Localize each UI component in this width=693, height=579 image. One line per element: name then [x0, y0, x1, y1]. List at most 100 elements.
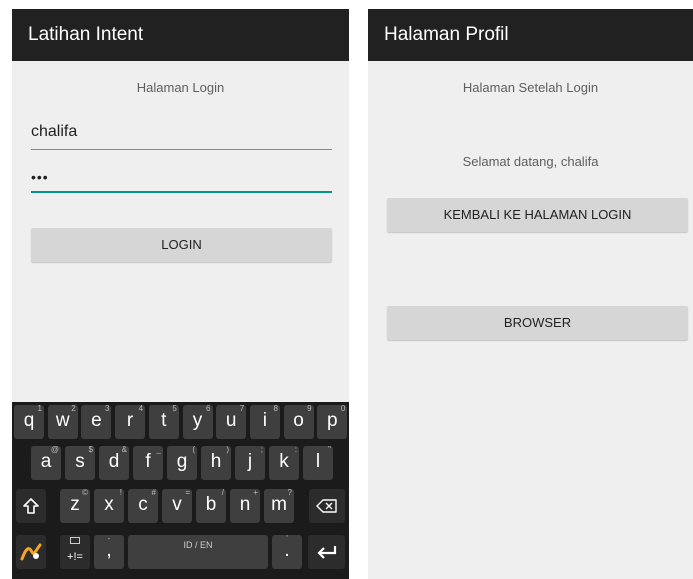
app-bar-title: Latihan Intent — [28, 24, 144, 45]
profile-screen: Halaman Profil Halaman Setelah Login Sel… — [368, 9, 693, 579]
password-field[interactable]: ••• — [31, 161, 332, 193]
key-label: n — [239, 494, 251, 515]
login-screen: Latihan Intent Halaman Login chalifa •••… — [12, 9, 349, 579]
key-label: x — [104, 494, 114, 515]
key-z[interactable]: © z — [60, 488, 90, 523]
enter-icon — [316, 546, 336, 559]
key-hint: $ — [88, 445, 93, 454]
key-hint: 8 — [273, 404, 278, 413]
key-hint: 3 — [104, 404, 110, 413]
key-hint: _ — [156, 445, 161, 454]
username-value: chalifa — [31, 123, 78, 140]
back-to-login-button[interactable]: KEMBALI KE HALAMAN LOGIN — [387, 198, 688, 232]
key-label: j — [247, 451, 253, 472]
swype-key[interactable] — [16, 535, 46, 569]
key-n[interactable]: + n — [230, 488, 260, 523]
key-label: s — [75, 451, 85, 472]
key-o[interactable]: 9o — [283, 404, 314, 439]
key-label: b — [205, 494, 217, 515]
symbols-key-label: +!= — [67, 551, 83, 563]
key-label: e — [91, 410, 102, 431]
key-m[interactable]: ? m — [264, 488, 294, 523]
page-caption: Halaman Login — [136, 80, 225, 95]
key-hint: " — [328, 445, 331, 454]
key-label: h — [210, 451, 222, 472]
key-d[interactable]: & d — [99, 445, 129, 480]
key-e[interactable]: 3e — [81, 404, 112, 439]
key-hint: 9 — [307, 404, 312, 413]
key-a[interactable]: @ a — [31, 445, 61, 480]
key-label: v — [172, 494, 182, 515]
comma-key[interactable]: - , — [94, 534, 124, 569]
key-i[interactable]: 8i — [249, 404, 280, 439]
key-hint: ) — [226, 445, 229, 454]
key-label: o — [293, 410, 304, 431]
space-key[interactable]: ID / EN — [128, 535, 268, 569]
key-v[interactable]: = v — [162, 488, 192, 523]
key-h[interactable]: ) h — [201, 445, 231, 480]
key-l[interactable]: " l — [303, 445, 333, 480]
shift-icon — [23, 498, 39, 514]
period-key-hint: ' — [286, 534, 288, 543]
comma-key-hint: - — [107, 534, 111, 543]
key-p[interactable]: 0p — [317, 404, 348, 439]
key-c[interactable]: # c — [128, 488, 158, 523]
key-hint: © — [82, 488, 88, 497]
browser-button[interactable]: BROWSER — [387, 306, 688, 340]
soft-keyboard: 1q2w3e4r5t6y7u8i9o0p @ a $ s & d _ f(g) h; j: k " l … — [12, 402, 349, 579]
key-label: w — [55, 410, 70, 431]
key-label: r — [126, 410, 134, 431]
key-r[interactable]: 4r — [115, 404, 146, 439]
backspace-key[interactable] — [309, 489, 345, 523]
key-hint: @ — [50, 445, 59, 454]
key-label: m — [271, 494, 287, 515]
key-x[interactable]: ! x — [94, 488, 124, 523]
backspace-icon — [316, 499, 337, 513]
app-bar: Halaman Profil — [368, 9, 693, 61]
period-key[interactable]: ' . — [272, 534, 302, 569]
key-t[interactable]: 5t — [148, 404, 179, 439]
username-field[interactable]: chalifa — [31, 118, 332, 150]
symbols-key[interactable]: +!= — [60, 535, 90, 569]
key-s[interactable]: $ s — [65, 445, 95, 480]
key-y[interactable]: 6y — [182, 404, 213, 439]
key-hint: 0 — [340, 404, 346, 413]
keyboard-row-4: +!= - , ID / EN ' . — [12, 532, 349, 573]
enter-key[interactable] — [308, 535, 345, 569]
key-hint: 2 — [71, 404, 76, 413]
key-label: k — [279, 451, 289, 472]
key-hint: + — [253, 488, 258, 497]
welcome-text: Selamat datang, chalifa — [462, 154, 599, 169]
key-f[interactable]: _ f — [133, 445, 163, 480]
key-hint: ? — [287, 488, 292, 497]
key-hint: : — [294, 445, 297, 454]
key-label: f — [145, 451, 151, 472]
app-bar: Latihan Intent — [12, 9, 349, 61]
swype-logo-icon — [20, 543, 42, 561]
key-label: c — [138, 494, 148, 515]
key-hint: ; — [260, 445, 263, 454]
emoji-keyboard-icon — [70, 537, 80, 544]
key-label: y — [192, 410, 203, 431]
login-button[interactable]: LOGIN — [31, 228, 332, 262]
key-hint: 6 — [206, 404, 211, 413]
key-hint: # — [151, 488, 156, 497]
key-hint: 4 — [138, 404, 144, 413]
key-w[interactable]: 2w — [47, 404, 78, 439]
key-j[interactable]: ; j — [235, 445, 265, 480]
key-q[interactable]: 1q — [14, 404, 44, 439]
password-value: ••• — [31, 169, 49, 185]
key-b[interactable]: / b — [196, 488, 226, 523]
key-label: i — [262, 410, 267, 431]
key-hint: 5 — [172, 404, 177, 413]
key-label: u — [225, 410, 237, 431]
key-label: a — [40, 451, 52, 472]
key-g[interactable]: (g — [167, 445, 197, 480]
key-u[interactable]: 7u — [216, 404, 247, 439]
page-caption: Halaman Setelah Login — [462, 80, 599, 95]
shift-key[interactable] — [16, 489, 46, 523]
key-k[interactable]: :k — [269, 445, 299, 480]
key-hint: = — [185, 488, 190, 497]
app-bar-title: Halaman Profil — [384, 24, 509, 45]
key-label: t — [161, 410, 167, 431]
